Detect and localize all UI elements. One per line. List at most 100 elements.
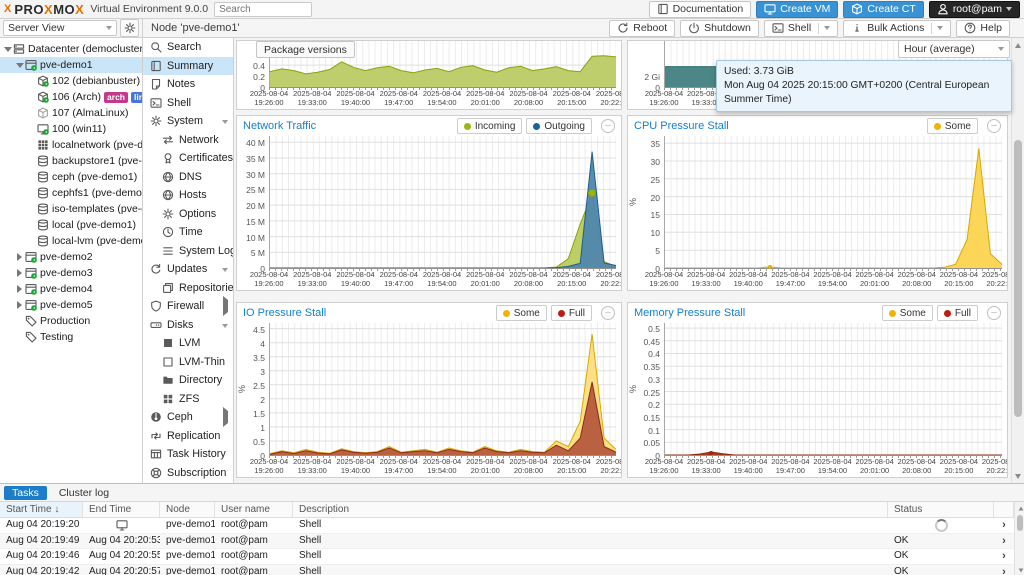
- task-row-3[interactable]: Aug 04 20:19:46 Aug 04 20:20:55 pve-demo1 r…: [0, 549, 1024, 565]
- tree-item-datacenter-democluster[interactable]: Datacenter (democluster): [0, 41, 142, 57]
- tree-item-testing[interactable]: Testing: [0, 329, 142, 345]
- tree-item-backupstore1-pve-demo1[interactable]: backupstore1 (pve-demo1): [0, 153, 142, 169]
- shutdown-button[interactable]: Shutdown: [680, 19, 759, 37]
- nav-item-shell[interactable]: Shell: [143, 94, 233, 113]
- nav-item-subscription[interactable]: Subscription: [143, 464, 233, 483]
- task-cell: Aug 04 20:20:55: [89, 550, 160, 561]
- scroll-up-arrow[interactable]: [1015, 502, 1024, 514]
- view-selector[interactable]: Server View: [3, 20, 117, 36]
- expand-row-icon[interactable]: ›: [994, 565, 1014, 575]
- scrollbar-thumb[interactable]: [1014, 140, 1022, 417]
- column-header-description[interactable]: Description: [293, 502, 888, 517]
- tab-tasks[interactable]: Tasks: [4, 485, 47, 500]
- tree-item-107-almalinux[interactable]: 107 (AlmaLinux): [0, 105, 142, 121]
- nav-item-replication[interactable]: Replication: [143, 427, 233, 446]
- nav-item-hosts[interactable]: Hosts: [143, 186, 233, 205]
- column-header-start-time[interactable]: Start Time ↓: [0, 502, 83, 517]
- nav-item-directory[interactable]: Directory: [143, 371, 233, 390]
- tree-item-iso-templates-pve-demo1[interactable]: iso-templates (pve-demo1): [0, 201, 142, 217]
- expand-row-icon[interactable]: ›: [994, 549, 1014, 564]
- chart-plot-cpu-pressure[interactable]: [664, 136, 1002, 269]
- tree-settings-button[interactable]: [120, 19, 139, 37]
- nav-item-time[interactable]: Time: [143, 223, 233, 242]
- chart-plot-network-traffic[interactable]: [269, 136, 616, 269]
- help-button[interactable]: Help: [956, 19, 1010, 37]
- nav-item-task-history[interactable]: Task History: [143, 445, 233, 464]
- collapse-panel-icon[interactable]: –: [601, 306, 615, 320]
- tab-cluster-log[interactable]: Cluster log: [51, 486, 117, 500]
- tree-item-pve-demo5[interactable]: pve-demo5: [0, 297, 142, 313]
- nav-item-dns[interactable]: DNS: [143, 168, 233, 187]
- content-scrollbar[interactable]: [1011, 38, 1024, 483]
- tree-item-106-arch[interactable]: 106 (Arch)archlinux: [0, 89, 142, 105]
- tree-item-localnetwork-pve-demo1[interactable]: localnetwork (pve-demo1): [0, 137, 142, 153]
- nav-item-firewall[interactable]: Firewall: [143, 296, 233, 317]
- legend-some[interactable]: Some: [926, 118, 978, 134]
- column-header-end-time[interactable]: End Time: [83, 502, 160, 517]
- header-buttons: Documentation Create VM Create CT root@pam: [648, 0, 1020, 18]
- tasks-scrollbar[interactable]: [1014, 502, 1024, 575]
- tree-item-100-win11[interactable]: 100 (win11): [0, 121, 142, 137]
- column-header-node[interactable]: Node: [160, 502, 215, 517]
- expand-row-icon[interactable]: ›: [994, 518, 1014, 533]
- global-search-input[interactable]: [214, 1, 313, 17]
- nav-item-lvm-thin[interactable]: LVM-Thin: [143, 353, 233, 372]
- legend-incoming[interactable]: Incoming: [456, 118, 523, 134]
- nav-item-notes[interactable]: Notes: [143, 75, 233, 94]
- column-header-status[interactable]: Status: [888, 502, 994, 517]
- shell-button[interactable]: Shell: [763, 19, 839, 37]
- nav-item-label: System Log: [179, 244, 234, 257]
- documentation-button[interactable]: Documentation: [648, 0, 752, 18]
- task-row-2[interactable]: Aug 04 20:19:49 Aug 04 20:20:53 pve-demo1 r…: [0, 533, 1024, 549]
- scroll-up-arrow[interactable]: [1012, 39, 1024, 51]
- nav-item-network[interactable]: Network: [143, 131, 233, 150]
- nav-item-disks[interactable]: Disks: [143, 316, 233, 335]
- collapse-panel-icon[interactable]: –: [987, 119, 1001, 133]
- tree-item-pve-demo4[interactable]: pve-demo4: [0, 281, 142, 297]
- chart-plot-memory-pressure[interactable]: [664, 323, 1002, 456]
- column-header-user-name[interactable]: User name: [215, 502, 293, 517]
- tree-item-pve-demo1[interactable]: pve-demo1: [0, 57, 142, 73]
- chart-plot-io-pressure[interactable]: [269, 323, 616, 456]
- tree-item-ceph-pve-demo1[interactable]: ceph (pve-demo1): [0, 169, 142, 185]
- nav-item-lvm[interactable]: LVM: [143, 334, 233, 353]
- legend-full[interactable]: Full: [550, 305, 592, 321]
- tree-item-pve-demo2[interactable]: pve-demo2: [0, 249, 142, 265]
- nav-item-options[interactable]: Options: [143, 205, 233, 224]
- expand-row-icon[interactable]: ›: [994, 534, 1014, 549]
- scroll-down-arrow[interactable]: [1015, 564, 1024, 575]
- tree-item-cephfs1-pve-demo1[interactable]: cephfs1 (pve-demo1): [0, 185, 142, 201]
- bulk-actions-button[interactable]: Bulk Actions: [843, 19, 952, 37]
- reboot-button[interactable]: Reboot: [609, 19, 676, 37]
- task-row-4[interactable]: Aug 04 20:19:42 Aug 04 20:20:57 pve-demo1 r…: [0, 564, 1024, 575]
- scroll-down-arrow[interactable]: [1012, 470, 1024, 482]
- collapse-panel-icon[interactable]: –: [987, 306, 1001, 320]
- package-versions-button[interactable]: Package versions: [256, 41, 355, 58]
- tree-item-pve-demo3[interactable]: pve-demo3: [0, 265, 142, 281]
- tree-item-local-lvm-pve-demo1[interactable]: local-lvm (pve-demo1): [0, 233, 142, 249]
- time-range-select[interactable]: Hour (average): [898, 40, 1010, 58]
- nav-item-zfs[interactable]: ZFS: [143, 390, 233, 409]
- nav-item-repositories[interactable]: Repositories: [143, 279, 233, 298]
- task-row-1[interactable]: Aug 04 20:19:20 pve-demo1 root@pam Shell ›: [0, 518, 1024, 534]
- nav-item-ceph[interactable]: Ceph: [143, 407, 233, 428]
- legend-some[interactable]: Some: [495, 305, 547, 321]
- scrollbar-thumb[interactable]: [1016, 515, 1023, 531]
- legend-full[interactable]: Full: [936, 305, 978, 321]
- nav-item-system-log[interactable]: System Log: [143, 242, 233, 261]
- create-vm-button[interactable]: Create VM: [756, 0, 839, 18]
- legend-outgoing[interactable]: Outgoing: [526, 118, 592, 134]
- collapse-panel-icon[interactable]: –: [601, 119, 615, 133]
- tree-item-production[interactable]: Production: [0, 313, 142, 329]
- nav-item-summary[interactable]: Summary: [143, 56, 233, 75]
- create-ct-button[interactable]: Create CT: [843, 0, 924, 18]
- nav-item-system[interactable]: System: [143, 112, 233, 131]
- nav-item-updates[interactable]: Updates: [143, 260, 233, 279]
- user-menu-button[interactable]: root@pam: [928, 0, 1020, 18]
- nav-item-certificates[interactable]: Certificates: [143, 149, 233, 168]
- tree-item-local-pve-demo1[interactable]: local (pve-demo1): [0, 217, 142, 233]
- nav-item-search[interactable]: Search: [143, 38, 233, 57]
- nav-item-label: Hosts: [179, 189, 207, 202]
- tree-item-102-debianbuster[interactable]: 102 (debianbuster)deblinux: [0, 73, 142, 89]
- legend-some[interactable]: Some: [881, 305, 933, 321]
